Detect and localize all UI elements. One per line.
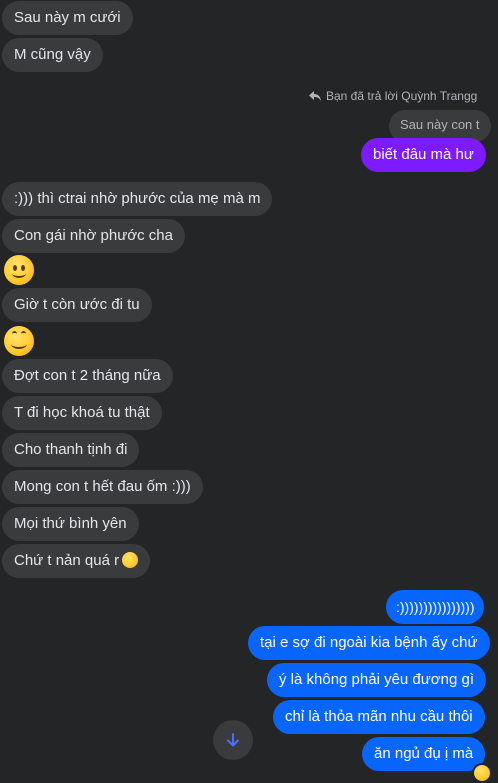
- message-text: Sau này m cưới: [14, 9, 121, 26]
- message-text: Đợt con t 2 tháng nữa: [14, 367, 161, 384]
- message-incoming[interactable]: Sau này m cưới: [2, 1, 133, 35]
- grinning-squinting-face-icon[interactable]: [472, 763, 492, 783]
- message-text: Cho thanh tịnh đi: [14, 441, 128, 458]
- message-incoming[interactable]: :))) thì ctrai nhờ phước của mẹ mà m: [2, 182, 273, 216]
- message-text: Con gái nhờ phước cha: [14, 227, 173, 244]
- message-outgoing[interactable]: :)))))))))))))))): [386, 590, 485, 624]
- scroll-to-bottom-button[interactable]: [213, 720, 253, 760]
- message-outgoing[interactable]: ăn ngủ đụ ị mà: [362, 737, 486, 771]
- message-text: Chứ t nản quá r: [14, 552, 120, 569]
- message-incoming[interactable]: Cho thanh tịnh đi: [2, 433, 140, 467]
- message-outgoing[interactable]: chỉ là thỏa mãn nhu cầu thôi: [273, 700, 485, 734]
- reply-indicator: Bạn đã trả lời Quỳnh Trangg: [308, 89, 477, 103]
- message-outgoing[interactable]: ý là không phải yêu đương gì: [267, 663, 487, 697]
- message-text: :))) thì ctrai nhờ phước của mẹ mà m: [14, 190, 261, 207]
- quoted-message-text: Sau này con t: [400, 117, 480, 132]
- message-text: M cũng vậy: [14, 46, 91, 63]
- reply-arrow-icon: [309, 91, 321, 101]
- message-text: Mọi thứ bình yên: [14, 515, 127, 532]
- message-incoming[interactable]: Mọi thứ bình yên: [2, 507, 139, 541]
- message-text: chỉ là thỏa mãn nhu cầu thôi: [285, 708, 473, 725]
- message-text: ăn ngủ đụ ị mà: [374, 745, 474, 762]
- message-incoming[interactable]: T đi học khoá tu thật: [2, 396, 162, 430]
- message-text: biết đâu mà hư: [373, 146, 474, 163]
- message-incoming[interactable]: Chứ t nản quá r: [2, 544, 151, 578]
- message-outgoing[interactable]: tại e sợ đi ngoài kia bệnh ấy chứ: [248, 626, 490, 660]
- message-incoming[interactable]: Mong con t hết đau ốm :))): [2, 470, 203, 504]
- message-text: T đi học khoá tu thật: [14, 404, 150, 421]
- message-outgoing[interactable]: biết đâu mà hư: [361, 138, 486, 172]
- message-text: :)))))))))))))))): [396, 599, 475, 615]
- chat-thread: Sau này m cưới M cũng vậy Bạn đã trả lời…: [0, 0, 498, 783]
- reply-indicator-text: Bạn đã trả lời Quỳnh Trangg: [326, 89, 478, 103]
- message-incoming[interactable]: Con gái nhờ phước cha: [2, 219, 185, 253]
- slightly-smiling-face-icon[interactable]: [4, 255, 34, 285]
- message-text: tại e sợ đi ngoài kia bệnh ấy chứ: [260, 634, 478, 651]
- message-incoming[interactable]: Giờ t còn ước đi tu: [2, 288, 152, 322]
- message-text: Giờ t còn ước đi tu: [14, 296, 140, 313]
- message-text: ý là không phải yêu đương gì: [279, 671, 475, 688]
- message-incoming[interactable]: M cũng vậy: [2, 38, 103, 72]
- message-incoming[interactable]: Đợt con t 2 tháng nữa: [2, 359, 173, 393]
- message-text: Mong con t hết đau ốm :))): [14, 478, 191, 495]
- smiling-face-with-smiling-eyes-icon[interactable]: [4, 326, 34, 356]
- slightly-smiling-face-icon: [122, 552, 139, 568]
- arrow-down-icon: [227, 733, 239, 747]
